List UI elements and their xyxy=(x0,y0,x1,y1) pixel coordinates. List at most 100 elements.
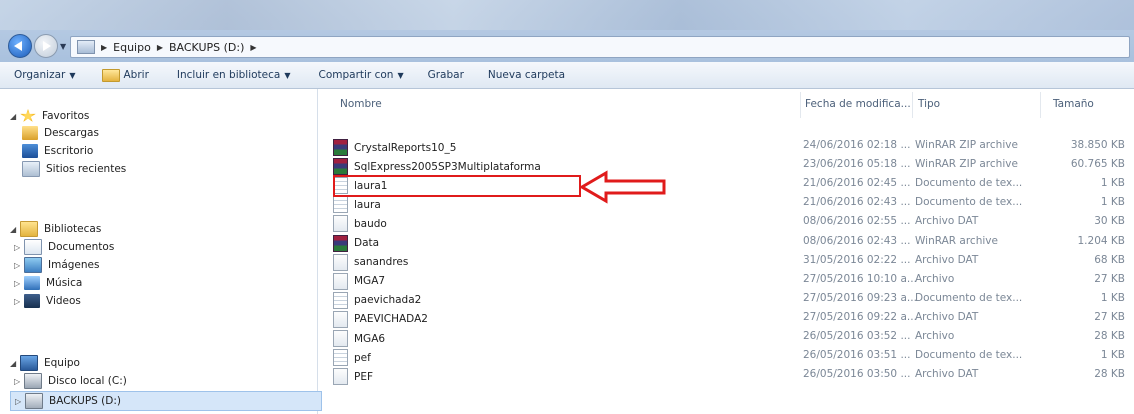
column-size[interactable]: Tamaño xyxy=(1053,98,1094,110)
file-type: Archivo DAT xyxy=(915,253,979,266)
file-date: 08/06/2016 02:43 ... xyxy=(803,234,911,247)
desktop-icon xyxy=(22,144,38,158)
expand-arrow-icon[interactable]: ◢ xyxy=(10,225,20,234)
nav-backups[interactable]: ▷ BACKUPS (D:) xyxy=(10,391,322,411)
file-row[interactable]: sanandres 31/05/2016 02:22 ... Archivo DAT… xyxy=(333,252,1134,271)
nav-documents[interactable]: ▷ Documentos xyxy=(14,238,114,256)
file-date: 26/05/2016 03:52 ... xyxy=(803,330,911,342)
dat-icon xyxy=(333,215,348,233)
file-row[interactable]: PEF 26/05/2016 03:50 ... Archivo DAT 28 KB xyxy=(333,366,1134,386)
file-name-cell[interactable]: MGA6 xyxy=(333,330,385,347)
history-dropdown-icon[interactable]: ▼ xyxy=(60,42,66,51)
organize-button[interactable]: Organizar ▼ xyxy=(14,69,76,81)
file-name-cell[interactable]: paevichada2 xyxy=(333,291,421,309)
expand-arrow-icon[interactable]: ◢ xyxy=(10,359,20,368)
nav-favorites[interactable]: ◢ Favoritos xyxy=(10,107,89,125)
column-name[interactable]: Nombre xyxy=(340,98,382,110)
column-divider[interactable] xyxy=(1040,92,1041,118)
file-name: PAEVICHADA2 xyxy=(354,313,428,326)
hard-disk-icon xyxy=(24,373,42,389)
file-name-cell[interactable]: laura xyxy=(333,196,381,214)
column-type[interactable]: Tipo xyxy=(918,98,940,110)
share-button[interactable]: Compartir con ▼ xyxy=(318,69,403,81)
nav-label: Escritorio xyxy=(44,145,94,157)
collapsed-arrow-icon[interactable]: ▷ xyxy=(14,261,24,270)
column-divider[interactable] xyxy=(800,92,801,118)
file-icon xyxy=(333,272,348,290)
collapsed-arrow-icon[interactable]: ▷ xyxy=(14,279,24,288)
file-row[interactable]: Data 08/06/2016 02:43 ... WinRAR archive 1.… xyxy=(333,233,1134,252)
nav-label: Imágenes xyxy=(48,259,100,271)
nav-recent[interactable]: Sitios recientes xyxy=(22,160,126,178)
file-name: Data xyxy=(354,237,380,249)
file-size: 1.204 KB xyxy=(1077,234,1126,247)
open-button[interactable]: Abrir xyxy=(101,68,149,82)
nav-downloads[interactable]: Descargas xyxy=(22,124,99,142)
nav-images[interactable]: ▷ Imágenes xyxy=(14,256,99,274)
collapsed-arrow-icon[interactable]: ▷ xyxy=(14,297,24,306)
file-name-cell[interactable]: PEF xyxy=(333,368,373,386)
file-type: Documento de tex... xyxy=(915,291,1023,304)
open-label: Abrir xyxy=(123,69,149,81)
nav-computer[interactable]: ◢ Equipo xyxy=(10,354,80,372)
file-date: 08/06/2016 02:55 ... xyxy=(803,215,911,228)
expand-arrow-icon[interactable]: ◢ xyxy=(10,112,20,121)
file-name-cell[interactable]: PAEVICHADA2 xyxy=(333,310,428,328)
nav-label: Documentos xyxy=(48,241,115,253)
new-folder-button[interactable]: Nueva carpeta xyxy=(488,69,565,81)
column-date[interactable]: Fecha de modifica... xyxy=(805,98,911,110)
txt-icon xyxy=(333,291,348,309)
breadcrumb-equipo[interactable]: Equipo xyxy=(113,41,151,54)
forward-button[interactable] xyxy=(34,34,58,58)
nav-desktop[interactable]: Escritorio xyxy=(22,142,93,160)
collapsed-arrow-icon[interactable]: ▷ xyxy=(15,397,25,406)
nav-music[interactable]: ▷ Música xyxy=(14,274,82,292)
file-type: Archivo DAT xyxy=(915,215,979,228)
folder-icon xyxy=(101,68,120,82)
nav-label: Bibliotecas xyxy=(44,223,102,235)
file-type: WinRAR ZIP archive xyxy=(915,158,1018,171)
file-row[interactable]: PAEVICHADA2 27/05/2016 09:22 a... Archivo … xyxy=(333,309,1134,328)
file-name-cell[interactable]: sanandres xyxy=(333,253,408,271)
file-name: laura xyxy=(354,198,381,211)
collapsed-arrow-icon[interactable]: ▷ xyxy=(14,377,24,386)
collapsed-arrow-icon[interactable]: ▷ xyxy=(14,243,24,252)
file-size: 27 KB xyxy=(1094,310,1125,323)
nav-libraries[interactable]: ◢ Bibliotecas xyxy=(10,220,101,238)
nav-local-disk[interactable]: ▷ Disco local (C:) xyxy=(14,372,127,390)
nav-videos[interactable]: ▷ Videos xyxy=(14,292,81,310)
include-library-button[interactable]: Incluir en biblioteca ▼ xyxy=(177,69,291,81)
file-name-cell[interactable]: CrystalReports10_5 xyxy=(333,139,456,156)
nav-label: Favoritos xyxy=(42,110,90,122)
file-row[interactable]: baudo 08/06/2016 02:55 ... Archivo DAT 30 K… xyxy=(333,213,1134,233)
file-row[interactable]: MGA6 26/05/2016 03:52 ... Archivo 28 KB xyxy=(333,328,1134,347)
new-folder-label: Nueva carpeta xyxy=(487,69,566,81)
column-divider[interactable] xyxy=(912,92,913,118)
file-name-cell[interactable]: MGA7 xyxy=(333,272,385,290)
file-name-cell[interactable]: Data xyxy=(333,234,380,252)
organize-label: Organizar xyxy=(14,69,66,81)
nav-label: Disco local (C:) xyxy=(48,375,127,387)
dat-icon xyxy=(333,368,348,386)
chevron-right-icon[interactable]: ▶ xyxy=(157,43,163,52)
file-row[interactable]: paevichada2 27/05/2016 09:23 a... Document… xyxy=(333,290,1134,309)
pictures-icon xyxy=(24,257,42,273)
file-row[interactable]: laura 21/06/2016 02:43 ... Documento de te… xyxy=(333,194,1134,214)
burn-button[interactable]: Grabar xyxy=(428,69,464,81)
file-row[interactable]: pef 26/05/2016 03:51 ... Documento de tex.… xyxy=(333,347,1134,367)
file-type: Documento de tex... xyxy=(915,196,1023,209)
file-type: WinRAR ZIP archive xyxy=(915,139,1018,151)
chevron-right-icon[interactable]: ▶ xyxy=(250,43,256,52)
chevron-down-icon: ▼ xyxy=(69,70,76,80)
address-bar[interactable]: ▶ Equipo ▶ BACKUPS (D:) ▶ xyxy=(70,36,1130,58)
breadcrumb-backups[interactable]: BACKUPS (D:) xyxy=(169,41,244,54)
back-button[interactable] xyxy=(8,34,32,58)
file-row[interactable]: MGA7 27/05/2016 10:10 a... Archivo 27 KB xyxy=(333,271,1134,290)
file-name-cell[interactable]: baudo xyxy=(333,215,387,233)
file-name-cell[interactable]: pef xyxy=(333,349,371,367)
file-row[interactable]: CrystalReports10_5 24/06/2016 02:18 ... Wi… xyxy=(333,137,1134,156)
file-size: 28 KB xyxy=(1094,368,1125,381)
chevron-right-icon[interactable]: ▶ xyxy=(101,43,107,52)
file-name-cell[interactable]: SqlExpress2005SP3Multiplataforma xyxy=(333,158,541,176)
file-row[interactable]: SqlExpress2005SP3Multiplataforma 23/06/20… xyxy=(333,156,1134,176)
